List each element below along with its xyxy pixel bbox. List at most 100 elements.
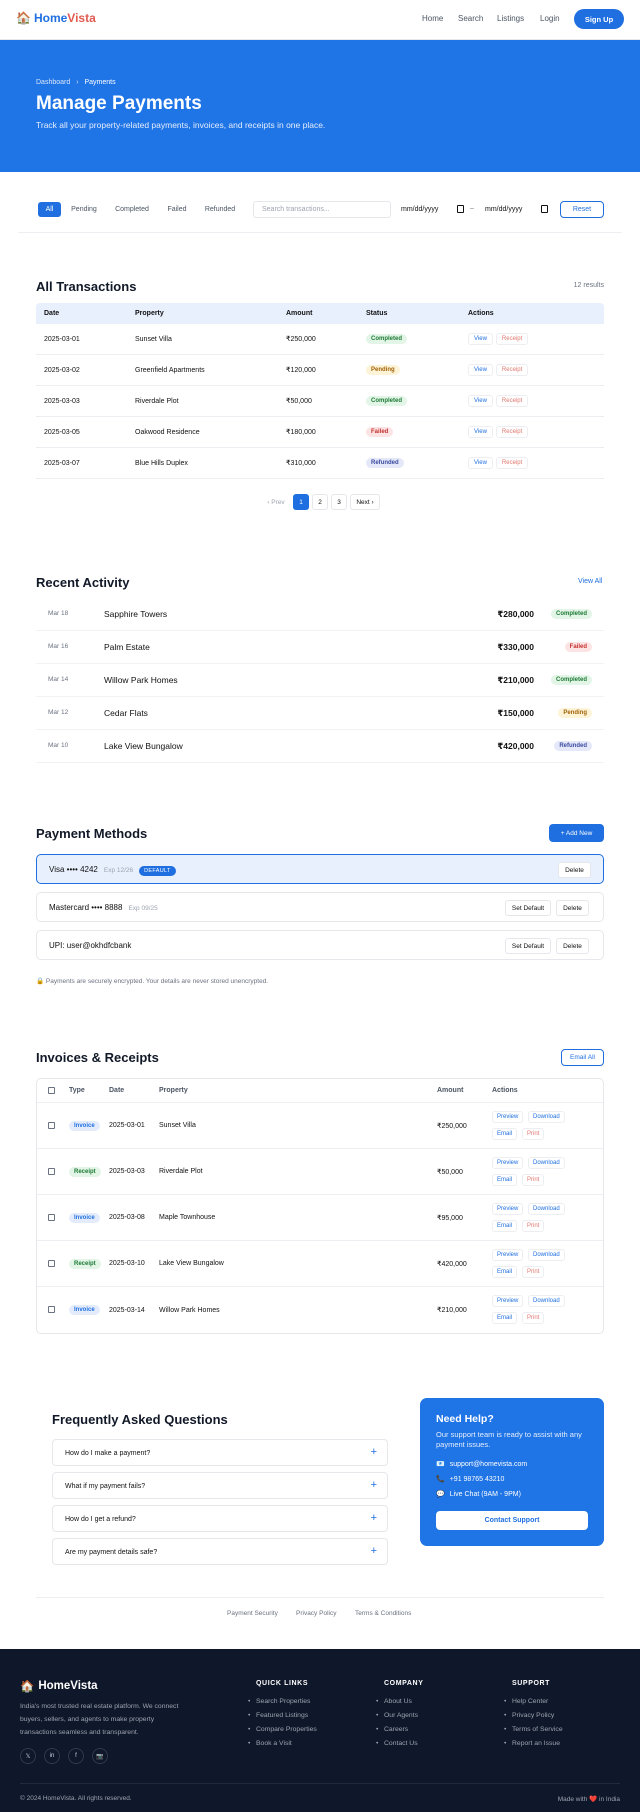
activity-item[interactable]: Mar 18 Sapphire Towers ₹280,000 Completed [36, 598, 604, 631]
date-to-input[interactable]: mm/dd/yyyy [482, 201, 552, 218]
row-checkbox[interactable] [48, 1260, 55, 1267]
view-button[interactable]: View [468, 426, 493, 438]
payment-card-visa[interactable]: Visa •••• 4242 Exp 12/26 DEFAULT Delete [36, 854, 604, 884]
set-default-button[interactable]: Set Default [505, 938, 551, 954]
email-button[interactable]: Email [492, 1220, 518, 1232]
filter-tab-failed[interactable]: Failed [162, 202, 192, 217]
signup-button[interactable]: Sign Up [574, 9, 624, 29]
instagram-icon[interactable]: 📷 [92, 1748, 108, 1764]
footer-logo[interactable]: 🏠 HomeVista [20, 1679, 98, 1693]
nav-link-home[interactable]: Home [422, 14, 443, 23]
email-button[interactable]: Email [492, 1266, 518, 1278]
view-button[interactable]: View [468, 333, 493, 345]
date-from-input[interactable]: mm/dd/yyyy [398, 201, 468, 218]
pager-page-2[interactable]: 2 [312, 494, 328, 510]
email-button[interactable]: Email [492, 1174, 518, 1186]
pager-prev[interactable]: ‹ Prev [262, 494, 290, 510]
nav-link-search[interactable]: Search [458, 14, 483, 23]
activity-item[interactable]: Mar 14 Willow Park Homes ₹210,000 Completed [36, 664, 604, 697]
help-phone[interactable]: 📞 +91 98765 43210 [436, 1475, 504, 1484]
preview-button[interactable]: Preview [492, 1111, 524, 1123]
footer-link[interactable]: Privacy Policy [504, 1712, 554, 1719]
receipt-button[interactable]: Receipt [495, 426, 529, 438]
faq-item[interactable]: What if my payment fails? + [52, 1472, 388, 1499]
calendar-icon[interactable] [457, 205, 464, 213]
footer-link[interactable]: Report an Issue [504, 1740, 560, 1747]
policy-link-security[interactable]: Payment Security [227, 1610, 278, 1617]
download-button[interactable]: Download [528, 1295, 565, 1307]
download-button[interactable]: Download [528, 1203, 565, 1215]
preview-button[interactable]: Preview [492, 1295, 524, 1307]
facebook-icon[interactable]: f [68, 1748, 84, 1764]
footer-link[interactable]: Contact Us [376, 1740, 418, 1747]
print-button[interactable]: Print [522, 1128, 545, 1140]
footer-link[interactable]: Featured Listings [248, 1712, 308, 1719]
plus-icon[interactable]: + [371, 1512, 377, 1524]
view-button[interactable]: View [468, 395, 493, 407]
brand-logo[interactable]: 🏠 Home Vista [16, 11, 96, 25]
print-button[interactable]: Print [522, 1220, 545, 1232]
footer-link[interactable]: Our Agents [376, 1712, 418, 1719]
download-button[interactable]: Download [528, 1157, 565, 1169]
footer-link[interactable]: Book a Visit [248, 1740, 292, 1747]
email-button[interactable]: Email [492, 1312, 518, 1324]
email-button[interactable]: Email [492, 1128, 518, 1140]
footer-link[interactable]: Compare Properties [248, 1726, 317, 1733]
receipt-button[interactable]: Receipt [495, 364, 529, 376]
plus-icon[interactable]: + [371, 1479, 377, 1491]
footer-link[interactable]: Search Properties [248, 1698, 310, 1705]
calendar-icon[interactable] [541, 205, 548, 213]
filter-tab-pending[interactable]: Pending [67, 202, 101, 217]
search-input[interactable]: Search transactions... [253, 201, 391, 218]
faq-item[interactable]: How do I get a refund? + [52, 1505, 388, 1532]
delete-button[interactable]: Delete [556, 938, 589, 954]
receipt-button[interactable]: Receipt [495, 333, 529, 345]
help-email[interactable]: 📧 support@homevista.com [436, 1460, 527, 1469]
row-checkbox[interactable] [48, 1168, 55, 1175]
receipt-button[interactable]: Receipt [495, 395, 529, 407]
preview-button[interactable]: Preview [492, 1249, 524, 1261]
footer-link[interactable]: Careers [376, 1726, 408, 1733]
receipt-button[interactable]: Receipt [495, 457, 529, 469]
nav-link-listings[interactable]: Listings [497, 14, 524, 23]
help-chat[interactable]: 💬 Live Chat (9AM - 9PM) [436, 1490, 521, 1499]
plus-icon[interactable]: + [371, 1446, 377, 1458]
contact-support-button[interactable]: Contact Support [436, 1511, 588, 1530]
filter-tab-refunded[interactable]: Refunded [200, 202, 240, 217]
payment-card-mastercard[interactable]: Mastercard •••• 8888 Exp 09/25 Set Defaul… [36, 892, 604, 922]
twitter-icon[interactable]: 𝕏 [20, 1748, 36, 1764]
set-default-button[interactable]: Set Default [505, 900, 551, 916]
view-button[interactable]: View [468, 364, 493, 376]
nav-link-login[interactable]: Login [540, 14, 560, 23]
filter-tab-all[interactable]: All [38, 202, 61, 217]
plus-icon[interactable]: + [371, 1545, 377, 1557]
activity-item[interactable]: Mar 16 Palm Estate ₹330,000 Failed [36, 631, 604, 664]
view-button[interactable]: View [468, 457, 493, 469]
payment-card-upi[interactable]: UPI: user@okhdfcbank Set Default Delete [36, 930, 604, 960]
pager-page-1[interactable]: 1 [293, 494, 309, 510]
pager-next[interactable]: Next › [350, 494, 380, 510]
activity-item[interactable]: Mar 10 Lake View Bungalow ₹420,000 Refunded [36, 730, 604, 763]
print-button[interactable]: Print [522, 1174, 545, 1186]
preview-button[interactable]: Preview [492, 1203, 524, 1215]
select-all-checkbox[interactable] [48, 1087, 55, 1094]
policy-link-terms[interactable]: Terms & Conditions [355, 1610, 411, 1617]
activity-item[interactable]: Mar 12 Cedar Flats ₹150,000 Pending [36, 697, 604, 730]
print-button[interactable]: Print [522, 1312, 545, 1324]
faq-item[interactable]: Are my payment details safe? + [52, 1538, 388, 1565]
download-button[interactable]: Download [528, 1249, 565, 1261]
breadcrumb-dashboard[interactable]: Dashboard [36, 79, 70, 86]
print-button[interactable]: Print [522, 1266, 545, 1278]
row-checkbox[interactable] [48, 1306, 55, 1313]
policy-link-privacy[interactable]: Privacy Policy [296, 1610, 336, 1617]
pager-page-3[interactable]: 3 [331, 494, 347, 510]
add-payment-method-button[interactable]: + Add New [549, 824, 604, 842]
reset-button[interactable]: Reset [560, 201, 604, 218]
faq-item[interactable]: How do I make a payment? + [52, 1439, 388, 1466]
footer-link[interactable]: Help Center [504, 1698, 548, 1705]
download-button[interactable]: Download [528, 1111, 565, 1123]
footer-link[interactable]: About Us [376, 1698, 412, 1705]
view-all-link[interactable]: View All [578, 578, 602, 585]
delete-button[interactable]: Delete [556, 900, 589, 916]
filter-tab-completed[interactable]: Completed [110, 202, 154, 217]
